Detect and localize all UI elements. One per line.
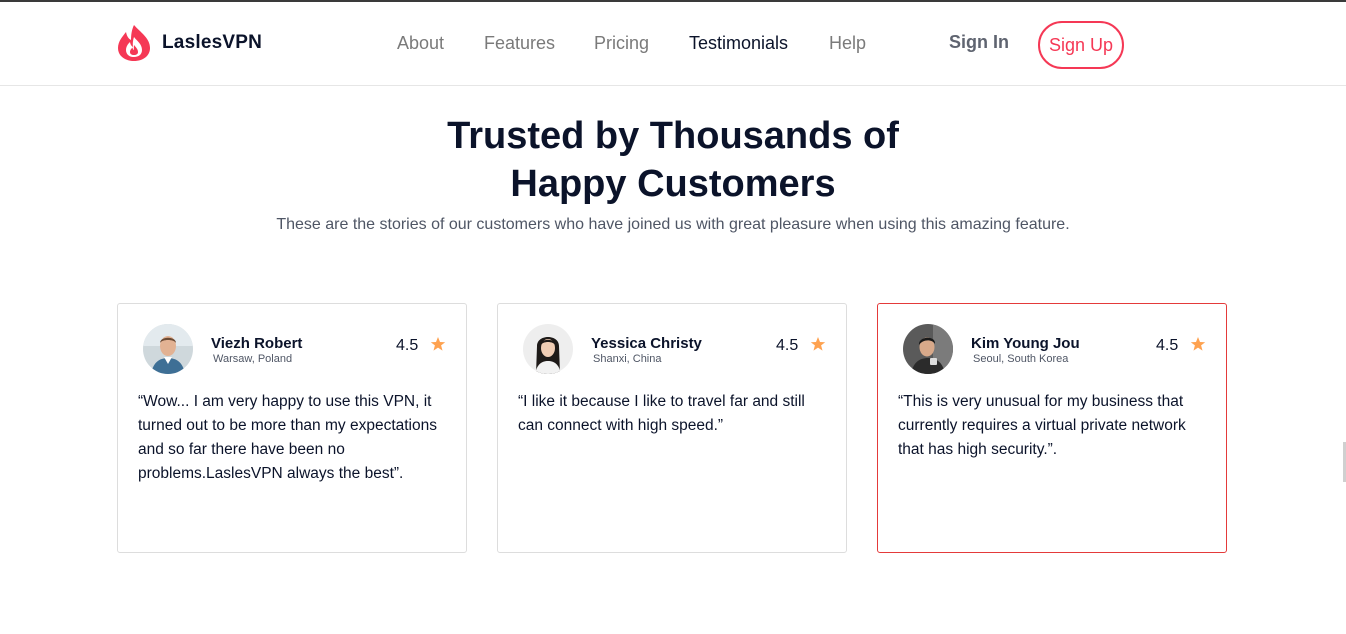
testimonial-card[interactable]: Yessica Christy Shanxi, China 4.5 “I lik… [497, 303, 847, 553]
customer-name: Yessica Christy [591, 335, 702, 352]
testimonial-quote: “This is very unusual for my business th… [898, 393, 1186, 458]
nav-features[interactable]: Features [484, 33, 555, 54]
avatar [143, 324, 193, 374]
top-navbar: LaslesVPN About Features Pricing Testimo… [0, 2, 1346, 86]
section-title-line-1: Trusted by Thousands of [447, 115, 899, 157]
star-icon [1190, 337, 1206, 351]
testimonial-card-highlighted[interactable]: Kim Young Jou Seoul, South Korea 4.5 “Th… [877, 303, 1227, 553]
customer-location: Seoul, South Korea [973, 353, 1069, 365]
rating-value: 4.5 [396, 337, 419, 354]
avatar [903, 324, 953, 374]
nav-pricing[interactable]: Pricing [594, 33, 649, 54]
sign-in-link[interactable]: Sign In [949, 32, 1009, 53]
customer-location: Warsaw, Poland [213, 353, 293, 365]
customer-location: Shanxi, China [593, 353, 662, 365]
section-title: Trusted by Thousands of Happy Customers [0, 112, 1346, 208]
nav-about[interactable]: About [397, 33, 444, 54]
rating-value: 4.5 [776, 337, 799, 354]
nav-testimonials[interactable]: Testimonials [689, 33, 788, 54]
testimonial-card[interactable]: Viezh Robert Warsaw, Poland 4.5 “Wow... … [117, 303, 467, 553]
customer-name: Kim Young Jou [971, 335, 1080, 352]
customer-name: Viezh Robert [211, 335, 303, 352]
rating-value: 4.5 [1156, 337, 1179, 354]
testimonial-quote: “I like it because I like to travel far … [518, 393, 805, 434]
section-title-line-2: Happy Customers [510, 163, 836, 205]
avatar [523, 324, 573, 374]
star-icon [430, 337, 446, 351]
sign-up-button[interactable]: Sign Up [1038, 21, 1124, 69]
nav-help[interactable]: Help [829, 33, 866, 54]
testimonial-quote: “Wow... I am very happy to use this VPN,… [138, 393, 437, 482]
section-subtitle: These are the stories of our customers w… [276, 216, 1070, 233]
star-icon [810, 337, 826, 351]
main-nav: About Features Pricing Testimonials Help [0, 33, 1346, 57]
page: LaslesVPN About Features Pricing Testimo… [0, 0, 1346, 634]
